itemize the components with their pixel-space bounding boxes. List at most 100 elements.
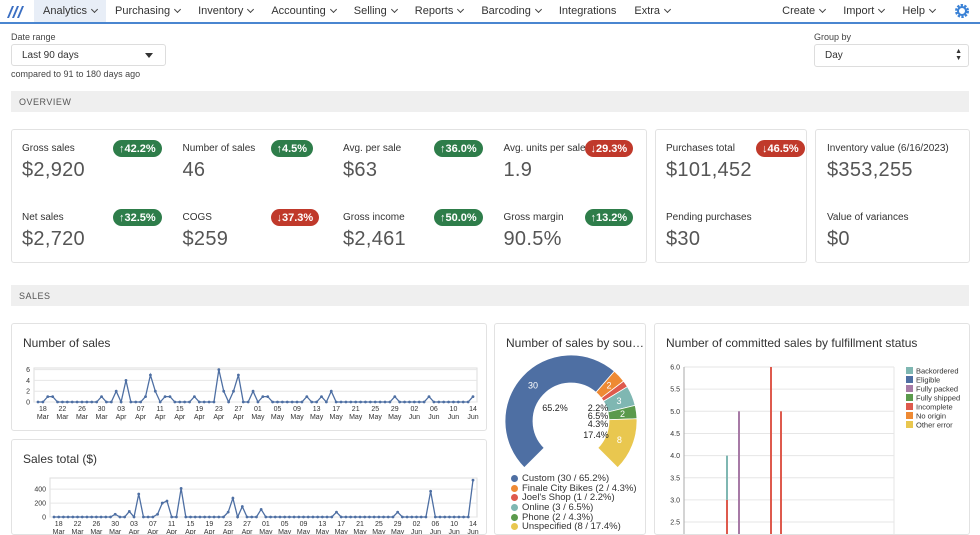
data-point: [256, 400, 260, 404]
kpi: Gross income $2,461 ↑50.0%: [343, 209, 493, 251]
bar-segment[interactable]: [770, 367, 772, 534]
nav-barcoding[interactable]: Barcoding: [472, 0, 550, 22]
data-point: [372, 515, 376, 519]
nav-accounting[interactable]: Accounting: [262, 0, 344, 22]
x-tick-label: 30 Mar: [96, 406, 109, 421]
data-point: [41, 400, 45, 404]
data-point: [57, 515, 61, 519]
data-point: [412, 400, 416, 404]
data-point: [65, 400, 69, 404]
nav-extra[interactable]: Extra: [625, 0, 679, 22]
bar-segment[interactable]: [726, 455, 728, 500]
nav-selling[interactable]: Selling: [345, 0, 406, 22]
data-point: [433, 515, 437, 519]
slice-value-label: 2: [606, 381, 611, 391]
y-tick-label: 2.5: [670, 520, 680, 527]
nav-integrations[interactable]: Integrations: [550, 0, 625, 22]
data-point: [198, 515, 202, 519]
kpi-label: Inventory value (6/16/2023): [827, 143, 949, 154]
legend-label[interactable]: No origin: [916, 412, 946, 421]
nav-create[interactable]: Create: [773, 0, 834, 22]
data-point: [212, 400, 216, 404]
series-line: [54, 480, 474, 519]
nav-label: Inventory: [198, 5, 244, 17]
legend-swatch: [906, 394, 913, 401]
x-tick-label: 09 May: [297, 521, 311, 535]
data-point: [471, 395, 475, 399]
data-point: [231, 496, 235, 500]
legend-label[interactable]: Incomplete: [916, 403, 953, 412]
kpi: Gross sales $2,920 ↑42.2%: [22, 140, 172, 182]
x-tick-label: 05 May: [278, 521, 292, 535]
nav-help[interactable]: Help: [893, 0, 944, 22]
bar-segment[interactable]: [780, 411, 782, 534]
legend-label[interactable]: Backordered: [916, 367, 959, 376]
x-tick-label: 19 Apr: [194, 406, 206, 421]
legend-swatch: [511, 504, 518, 512]
data-point: [324, 400, 328, 404]
change-badge: ↑42.2%: [113, 140, 162, 157]
kpi-value: $30: [666, 228, 701, 250]
legend-label[interactable]: Fully packed: [916, 385, 958, 394]
nav-reports[interactable]: Reports: [406, 0, 473, 22]
kpi-value: $353,255: [827, 159, 913, 181]
data-point: [419, 515, 423, 519]
x-tick-label: 14 Jun: [467, 406, 478, 421]
data-point: [471, 478, 475, 482]
data-point: [80, 515, 84, 519]
legend-swatch: [906, 403, 913, 410]
data-point: [315, 400, 318, 404]
nav-inventory[interactable]: Inventory: [189, 0, 262, 22]
data-point: [132, 515, 136, 519]
data-point: [118, 515, 122, 519]
data-point: [119, 400, 123, 404]
data-point: [114, 389, 118, 393]
kpi: Net sales $2,720 ↑32.5%: [22, 209, 172, 251]
legend-label[interactable]: Fully shipped: [916, 394, 960, 403]
kpi-value: $2,920: [22, 159, 85, 181]
chevron-down-icon: [247, 5, 255, 13]
group-by-select[interactable]: Day ▲ ▼: [814, 44, 969, 67]
x-tick-label: 29 May: [391, 521, 405, 535]
nav-analytics[interactable]: Analytics: [34, 0, 107, 22]
nav-label: Selling: [353, 5, 387, 17]
app-logo[interactable]: [0, 0, 34, 22]
data-point: [339, 515, 343, 519]
x-tick-label: 26 Mar: [76, 406, 89, 421]
updown-arrows-icon: ▲ ▼: [955, 48, 962, 62]
chevron-down-icon: [878, 5, 886, 13]
data-point: [408, 400, 411, 404]
y-tick-label: 6.0: [670, 365, 680, 372]
number-of-sales-chart: 0 2 4 6 18 Mar 22 Mar 26 Mar 30 Mar 03 Apr 07 Apr 11 Apr 1…: [26, 367, 479, 421]
data-point: [403, 400, 406, 404]
data-point: [429, 489, 433, 493]
data-point: [410, 515, 414, 519]
nav-label: Create: [782, 5, 816, 17]
x-tick-label: 22 Mar: [72, 521, 85, 535]
kpi-value: $259: [182, 228, 229, 250]
data-point: [226, 510, 230, 514]
x-tick-label: 15 Apr: [185, 521, 197, 535]
data-point: [292, 515, 296, 519]
x-tick-label: 01 May: [251, 406, 265, 421]
data-point: [349, 400, 353, 404]
x-tick-label: 10 Jun: [449, 521, 460, 535]
data-point: [320, 395, 323, 399]
bar-segment[interactable]: [726, 499, 728, 534]
legend-label[interactable]: Other error: [916, 421, 953, 430]
change-badge: ↑13.2%: [584, 209, 634, 226]
legend-label[interactable]: Eligible: [916, 376, 940, 385]
bar-segment[interactable]: [738, 411, 740, 534]
data-point: [137, 492, 141, 496]
date-range-select[interactable]: Last 90 days: [11, 44, 166, 66]
data-point: [232, 389, 235, 393]
nav-purchasing[interactable]: Purchasing: [106, 0, 189, 22]
nav-import[interactable]: Import: [834, 0, 893, 22]
settings-gear-icon[interactable]: [944, 3, 980, 19]
data-point: [368, 400, 372, 404]
data-point: [261, 395, 265, 399]
legend-item[interactable]: Unspecified (8 / 17.4%): [511, 521, 637, 532]
data-point: [178, 400, 182, 404]
data-point: [134, 400, 138, 404]
kpi-label: Pending purchases: [666, 212, 752, 223]
